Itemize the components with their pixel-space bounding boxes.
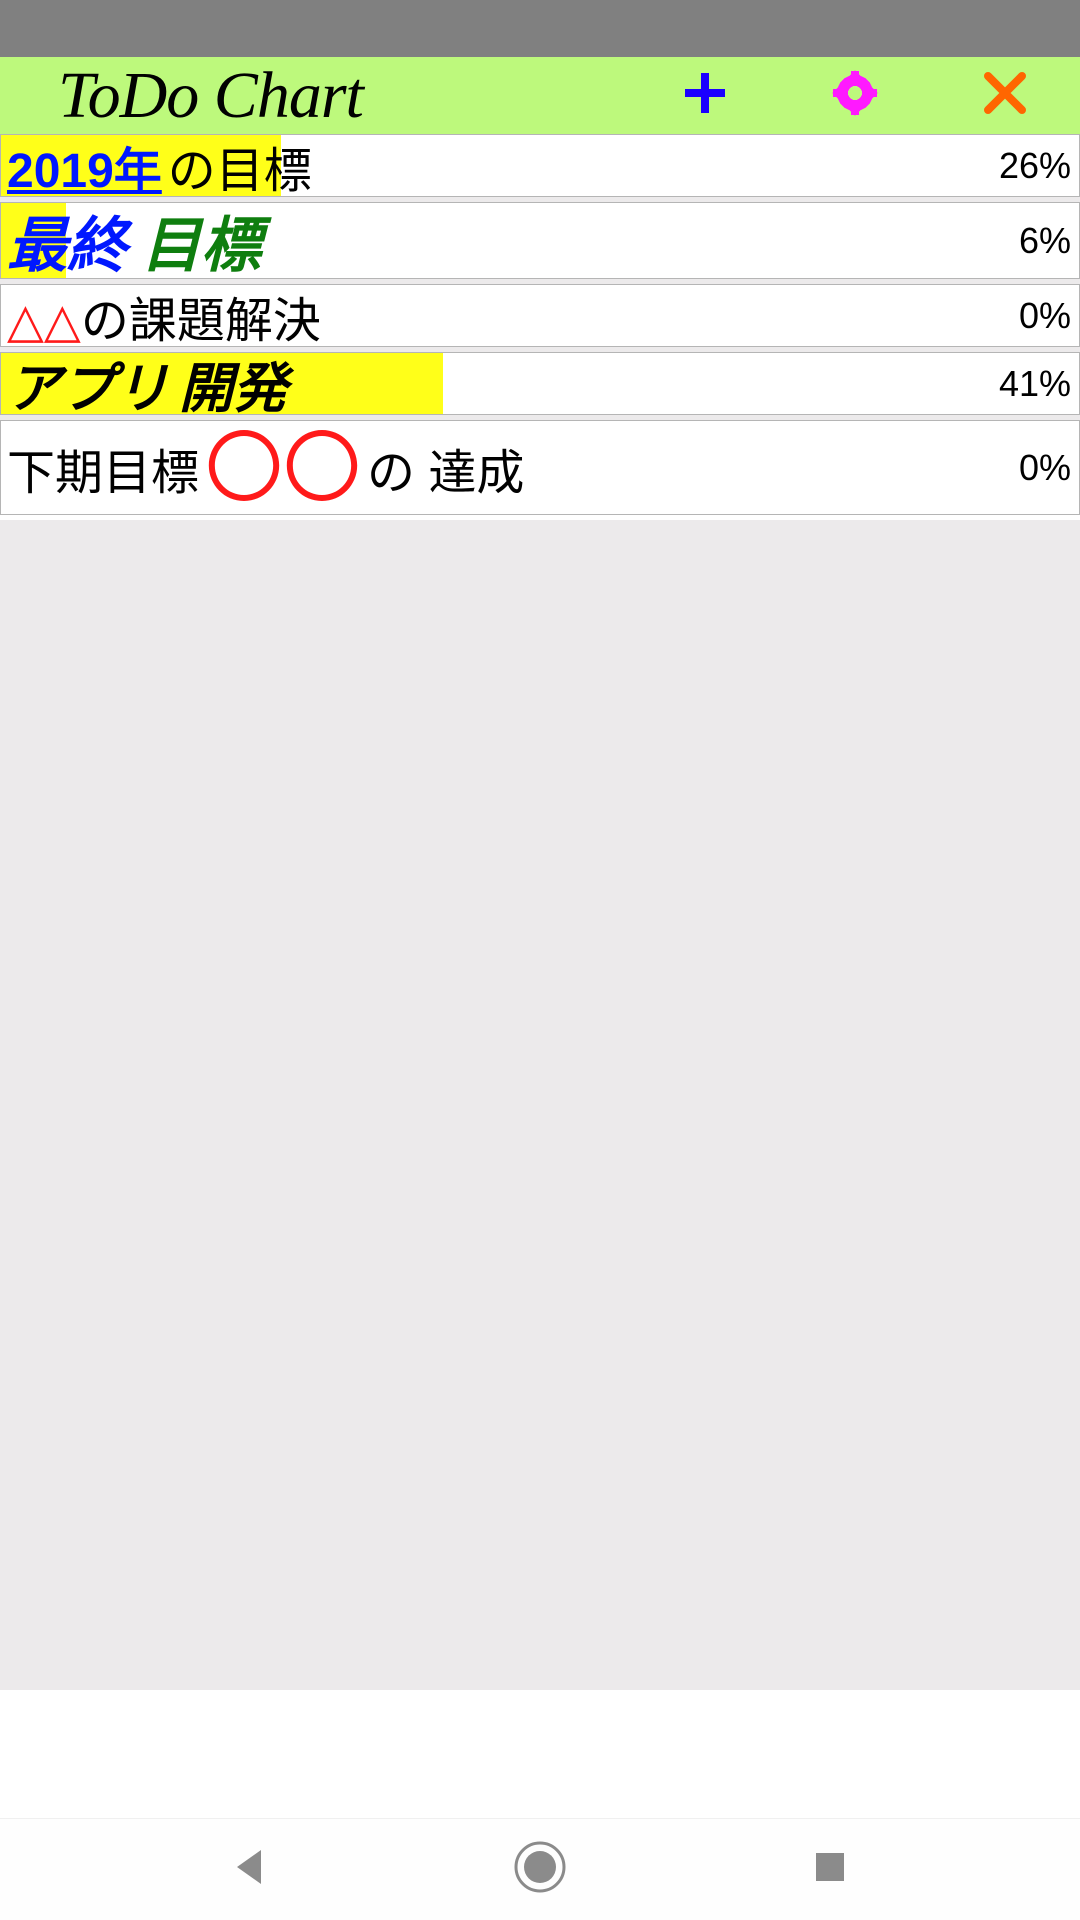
status-bar xyxy=(0,0,1080,57)
circle-home-icon xyxy=(512,1839,568,1900)
todo-list: 2019年 の目標 26% 最終 目標 6% △△ の課題解決 0% xyxy=(0,134,1080,515)
nav-home-button[interactable] xyxy=(500,1830,580,1910)
list-item[interactable]: 最終 目標 6% xyxy=(0,202,1080,279)
nav-recent-button[interactable] xyxy=(790,1830,870,1910)
app-bar: ToDo Chart xyxy=(0,57,1080,134)
empty-area xyxy=(0,520,1080,1690)
close-icon xyxy=(982,70,1028,121)
nav-back-button[interactable] xyxy=(210,1830,290,1910)
gear-icon xyxy=(830,68,880,123)
list-item[interactable]: 下期目標 〇〇 の 達成 0% xyxy=(0,420,1080,515)
item-title: 下期目標 〇〇 の 達成 xyxy=(1,425,1019,511)
triangle-back-icon xyxy=(229,1846,271,1893)
item-title: 2019年 の目標 xyxy=(1,134,999,197)
item-percent: 6% xyxy=(1019,220,1079,262)
item-title: アプリ 開発 xyxy=(1,352,999,415)
add-button[interactable] xyxy=(630,57,780,134)
item-percent: 26% xyxy=(999,145,1079,187)
close-button[interactable] xyxy=(930,57,1080,134)
list-item[interactable]: △△ の課題解決 0% xyxy=(0,284,1080,347)
item-percent: 0% xyxy=(1019,447,1079,489)
item-percent: 0% xyxy=(1019,295,1079,337)
item-title: △△ の課題解決 xyxy=(1,284,1019,347)
plus-icon xyxy=(683,71,727,120)
list-item[interactable]: 2019年 の目標 26% xyxy=(0,134,1080,197)
system-nav-bar xyxy=(0,1818,1080,1920)
item-percent: 41% xyxy=(999,363,1079,405)
square-recent-icon xyxy=(812,1849,848,1890)
app-title: ToDo Chart xyxy=(0,58,363,134)
settings-button[interactable] xyxy=(780,57,930,134)
list-item[interactable]: アプリ 開発 41% xyxy=(0,352,1080,415)
item-title: 最終 目標 xyxy=(1,202,1019,279)
